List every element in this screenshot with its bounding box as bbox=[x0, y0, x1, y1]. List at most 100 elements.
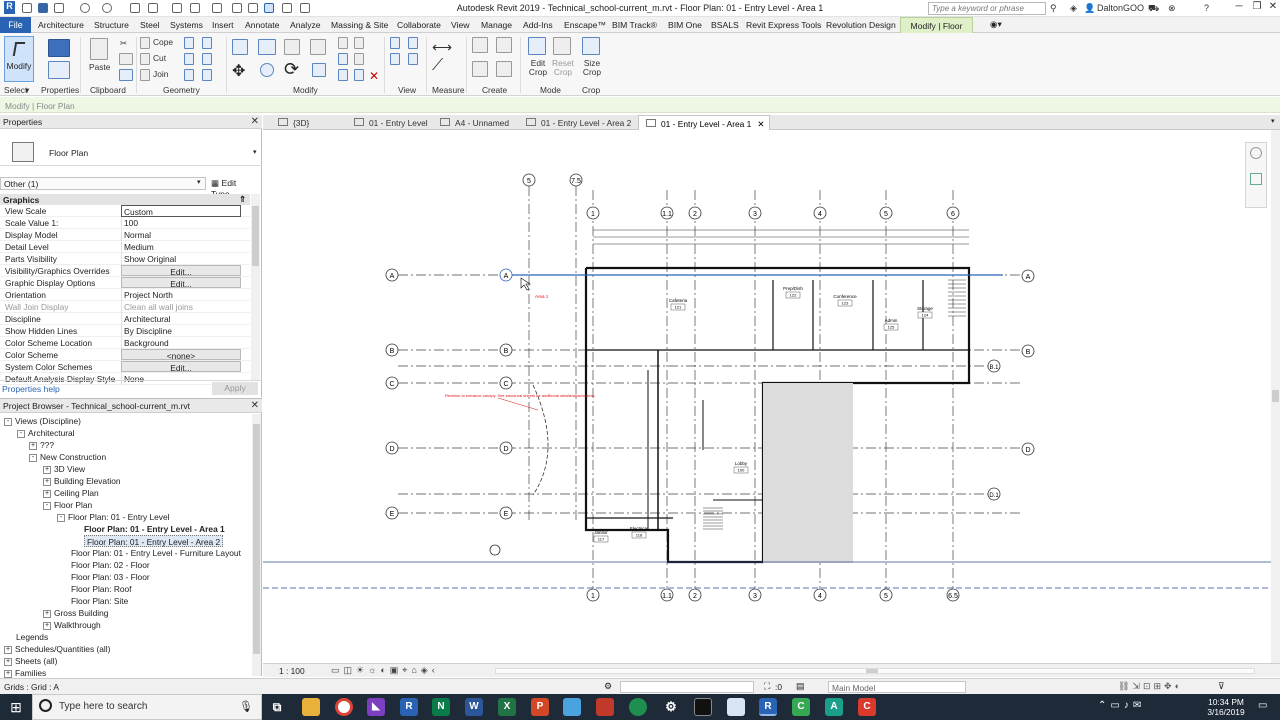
grid-bubble-label[interactable]: 1 bbox=[591, 211, 595, 218]
browser-node[interactable]: + Schedules/Quantities (all) bbox=[4, 643, 110, 655]
tab-entry-level-area-1[interactable]: 01 - Entry Level - Area 1 ✕ bbox=[638, 115, 771, 130]
worksharing-icon[interactable]: ⚙ bbox=[604, 681, 612, 692]
expand-icon[interactable]: + bbox=[4, 645, 12, 654]
canvas-scrollbar[interactable] bbox=[1271, 130, 1280, 663]
grid-bubble-label[interactable]: 5 bbox=[527, 178, 531, 185]
taskbar-search[interactable]: Type here to search 🎙 bbox=[32, 694, 262, 720]
grid-bubble-label[interactable]: E bbox=[504, 511, 509, 518]
camtasia-icon[interactable]: C bbox=[792, 698, 810, 716]
cart-icon[interactable]: ⛟ bbox=[1148, 3, 1159, 15]
type-selector[interactable]: Floor Plan ▾ bbox=[0, 130, 262, 166]
size-crop-icon[interactable] bbox=[582, 37, 600, 55]
split-gap-icon[interactable] bbox=[354, 37, 364, 49]
tab-file[interactable]: File bbox=[0, 17, 31, 33]
browser-node[interactable]: + Building Elevation bbox=[43, 475, 121, 487]
expand-icon[interactable]: + bbox=[43, 465, 51, 474]
dimension-icon[interactable] bbox=[172, 3, 182, 13]
properties-scrollbar[interactable] bbox=[251, 194, 260, 380]
grid-bubble-label[interactable]: B bbox=[390, 348, 395, 355]
chevron-down-icon[interactable]: ▾ bbox=[253, 148, 257, 156]
expand-icon[interactable]: + bbox=[43, 489, 51, 498]
pick-icon[interactable] bbox=[202, 69, 212, 81]
grid-bubble-label[interactable]: 1 bbox=[591, 593, 595, 600]
browser-node[interactable]: + Ceiling Plan bbox=[43, 487, 99, 499]
property-value[interactable]: 100 bbox=[121, 217, 241, 229]
tab-3d[interactable]: {3D} bbox=[271, 115, 314, 130]
property-value[interactable]: By Discipline bbox=[121, 325, 241, 337]
browser-node[interactable]: Floor Plan: 01 - Entry Level - Area 1 bbox=[84, 523, 225, 535]
grid-bubble-label[interactable]: 6.5 bbox=[948, 593, 958, 600]
remove-paint-icon[interactable] bbox=[184, 69, 194, 81]
property-value[interactable]: Clean all wall joins bbox=[121, 301, 241, 313]
property-value[interactable]: Background bbox=[121, 337, 241, 349]
close-icon[interactable]: ✕ bbox=[251, 400, 259, 411]
navisworks-icon[interactable]: N bbox=[432, 698, 450, 716]
tab-systems[interactable]: Systems bbox=[170, 20, 203, 30]
browser-node[interactable]: Floor Plan: Roof bbox=[71, 583, 132, 595]
browser-node[interactable]: +??? bbox=[29, 439, 54, 451]
grid-bubble-label[interactable]: D bbox=[389, 446, 394, 453]
grid-bubble-label[interactable]: B.1 bbox=[989, 365, 999, 371]
split-face-icon[interactable] bbox=[202, 37, 212, 49]
offset-icon[interactable] bbox=[258, 39, 276, 55]
terminal-icon[interactable] bbox=[694, 698, 712, 716]
tag-icon[interactable] bbox=[190, 3, 200, 13]
collapse-icon[interactable]: - bbox=[17, 429, 25, 438]
create-assembly-icon[interactable] bbox=[472, 37, 488, 53]
collapse-icon[interactable]: - bbox=[4, 417, 12, 426]
tab-steel[interactable]: Steel bbox=[140, 20, 160, 30]
binoculars-icon[interactable]: ⚲ bbox=[1050, 3, 1057, 14]
horizontal-scrollbar[interactable] bbox=[495, 668, 1255, 674]
drawing-canvas[interactable]: 1 1 1.1 1.1 2 2 3 3 4 4 5 5 6 6.5 5 7.5 A A B B C C D D E E A B D B.1… bbox=[263, 130, 1271, 663]
user-icon[interactable]: 👤 bbox=[1084, 3, 1095, 14]
maps-icon[interactable] bbox=[629, 698, 647, 716]
browser-node[interactable]: + Sheets (all) bbox=[4, 655, 57, 667]
tab-modify-floor-plan[interactable]: Modify | Floor Plan bbox=[900, 17, 973, 41]
browser-node[interactable]: - Views (Discipline) bbox=[4, 415, 81, 427]
browser-node[interactable]: - Floor Plan: 01 - Entry Level bbox=[57, 511, 169, 523]
visual-studio-icon[interactable]: ◣ bbox=[367, 698, 385, 716]
navigation-bar[interactable] bbox=[1245, 142, 1267, 208]
cut-label[interactable]: Cut bbox=[153, 53, 166, 63]
grid-bubble-label[interactable]: D bbox=[1025, 447, 1030, 454]
task-view-icon[interactable]: ⧉ bbox=[268, 698, 286, 716]
browser-node[interactable]: Legends bbox=[16, 631, 48, 643]
property-value[interactable]: Show Original bbox=[121, 253, 241, 265]
search-input[interactable]: Type a keyword or phrase bbox=[928, 2, 1046, 15]
size-crop-label[interactable]: Size Crop bbox=[580, 59, 604, 77]
linework-icon[interactable] bbox=[390, 53, 400, 65]
edit-crop-label[interactable]: Edit Crop bbox=[526, 59, 550, 77]
browser-node[interactable]: Floor Plan: 03 - Floor bbox=[71, 571, 150, 583]
excel-icon[interactable]: X bbox=[498, 698, 516, 716]
array-icon[interactable] bbox=[338, 53, 348, 65]
grid-bubble-label[interactable]: D bbox=[503, 446, 508, 453]
instance-filter-select[interactable]: Other (1) bbox=[0, 177, 206, 190]
paint-icon[interactable] bbox=[184, 53, 194, 65]
save-icon[interactable] bbox=[38, 3, 48, 13]
notepad-icon[interactable] bbox=[727, 698, 745, 716]
expand-icon[interactable]: + bbox=[43, 477, 51, 486]
reset-crop-label[interactable]: Reset Crop bbox=[551, 59, 575, 77]
close-icon[interactable]: ✕ bbox=[251, 116, 259, 127]
tab-entry-level-area-2[interactable]: 01 - Entry Level - Area 2 bbox=[519, 115, 636, 130]
group-graphics[interactable]: Graphics ⇑ bbox=[0, 194, 250, 205]
tab-revit-express-tools[interactable]: Revit Express Tools bbox=[746, 20, 821, 30]
browser-node[interactable]: - Floor Plan bbox=[43, 499, 92, 511]
split-icon[interactable] bbox=[338, 37, 348, 49]
property-value[interactable]: Custom bbox=[121, 205, 241, 217]
browser-node[interactable]: Floor Plan: 01 - Entry Level - Area 2 bbox=[84, 535, 224, 547]
view-control-icons[interactable]: ▭◫☀☼◐▣⌖⌂◈‹ bbox=[331, 665, 439, 676]
tab-manage[interactable]: Manage bbox=[481, 20, 512, 30]
rotate-icon[interactable]: ⟳ bbox=[284, 59, 299, 80]
help-icon[interactable]: ? bbox=[1204, 3, 1209, 13]
tray-icons[interactable]: ⌃▭♪✉ bbox=[1098, 700, 1145, 711]
3d-view-icon[interactable] bbox=[232, 3, 242, 13]
tabs-dropdown-icon[interactable]: ▾ bbox=[1271, 117, 1275, 125]
grid-bubble-label[interactable]: 4 bbox=[818, 211, 822, 218]
edit-type-button[interactable]: ▦ Edit Type bbox=[209, 177, 259, 199]
measure-distance-icon[interactable]: ⟷ bbox=[432, 39, 452, 56]
tab-enscape[interactable]: Enscape™ bbox=[564, 20, 606, 30]
create-parts-icon[interactable] bbox=[496, 37, 512, 53]
browser-node[interactable]: Floor Plan: 02 - Floor bbox=[71, 559, 150, 571]
create-group-icon[interactable] bbox=[472, 61, 488, 77]
